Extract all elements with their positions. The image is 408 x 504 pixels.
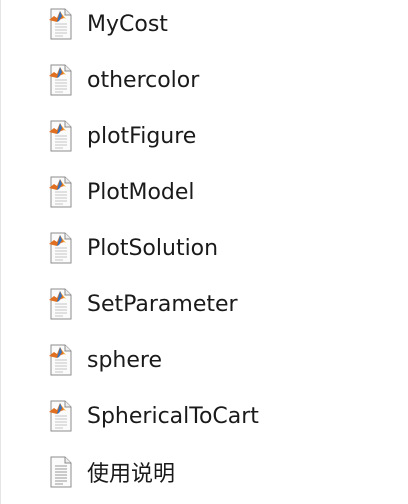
- matlab-file-icon: [45, 232, 77, 264]
- file-name: sphere: [87, 347, 163, 373]
- matlab-file-icon: [45, 8, 77, 40]
- file-list: MyCost othercolor plotFigure PlotModel P…: [45, 0, 405, 500]
- file-item-setparameter[interactable]: SetParameter: [45, 276, 405, 332]
- matlab-file-icon: [45, 176, 77, 208]
- file-item-plotmodel[interactable]: PlotModel: [45, 164, 405, 220]
- file-item-sphere[interactable]: sphere: [45, 332, 405, 388]
- file-name: othercolor: [87, 67, 200, 93]
- file-item-plotsolution[interactable]: PlotSolution: [45, 220, 405, 276]
- file-item-sphericaltocart[interactable]: SphericalToCart: [45, 388, 405, 444]
- file-name: MyCost: [87, 11, 168, 37]
- file-name: SphericalToCart: [87, 403, 259, 429]
- text-file-icon: [45, 456, 77, 488]
- file-list-pane: MyCost othercolor plotFigure PlotModel P…: [0, 0, 408, 504]
- file-name: plotFigure: [87, 123, 197, 149]
- file-name: SetParameter: [87, 291, 238, 317]
- matlab-file-icon: [45, 120, 77, 152]
- file-name: PlotModel: [87, 179, 195, 205]
- matlab-file-icon: [45, 64, 77, 96]
- matlab-file-icon: [45, 288, 77, 320]
- file-item-readme[interactable]: 使用说明: [45, 444, 405, 500]
- file-item-othercolor[interactable]: othercolor: [45, 52, 405, 108]
- file-item-plotfigure[interactable]: plotFigure: [45, 108, 405, 164]
- file-item-mycost[interactable]: MyCost: [45, 0, 405, 52]
- file-name: PlotSolution: [87, 235, 219, 261]
- file-name: 使用说明: [87, 462, 176, 487]
- matlab-file-icon: [45, 400, 77, 432]
- matlab-file-icon: [45, 344, 77, 376]
